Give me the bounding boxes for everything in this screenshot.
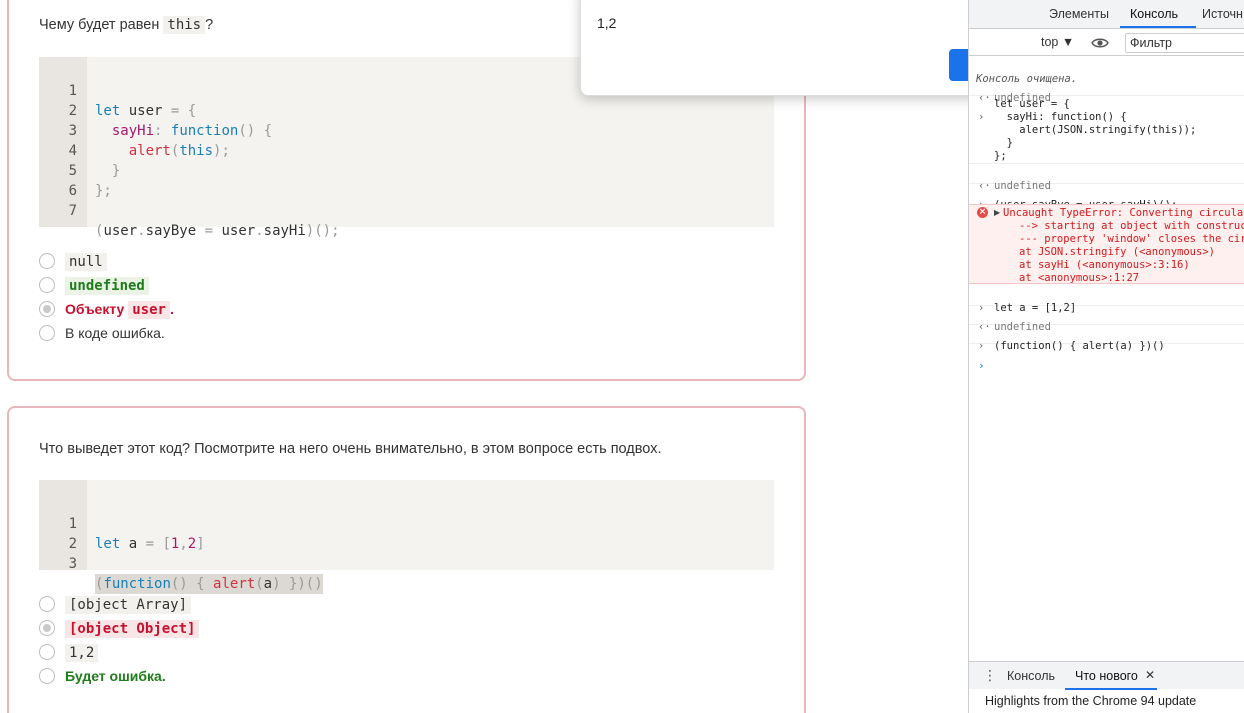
close-icon[interactable]: ✕ bbox=[1145, 668, 1155, 682]
radio-button[interactable] bbox=[39, 325, 55, 341]
code-line: 1 let a = [1,2] bbox=[68, 516, 205, 552]
question-suffix: ? bbox=[205, 17, 214, 33]
code-line: 6 bbox=[68, 183, 77, 199]
option-code: user bbox=[128, 301, 170, 319]
console-error: × ▶ Uncaught TypeError: Converting circu… bbox=[969, 204, 1244, 284]
code-line: 2 sayHi: function() { bbox=[68, 103, 273, 139]
radio-button-selected[interactable] bbox=[39, 301, 55, 317]
option-label: undefined bbox=[65, 277, 149, 295]
radio-button[interactable] bbox=[39, 253, 55, 269]
radio-button[interactable] bbox=[39, 644, 55, 660]
whats-new-headline: Highlights from the Chrome 94 update bbox=[985, 694, 1197, 708]
question-code: this bbox=[163, 16, 206, 34]
question-text: Чему будет равен this? bbox=[39, 16, 214, 34]
error-icon: × bbox=[977, 207, 988, 218]
console-result: ‹· undefined bbox=[969, 308, 1244, 333]
console-prompt[interactable]: › bbox=[969, 346, 1244, 385]
active-tab-indicator bbox=[1120, 26, 1196, 28]
console-result: ‹· undefined bbox=[969, 79, 1244, 104]
code-line: 2 bbox=[68, 536, 77, 552]
console-result: ‹· undefined bbox=[969, 167, 1244, 192]
question-text: Что выведет этот код? Посмотрите на него… bbox=[39, 441, 662, 457]
radio-button[interactable] bbox=[39, 277, 55, 293]
option-label: В коде ошибка. bbox=[65, 325, 165, 341]
code-line: 1 let user = { bbox=[68, 83, 197, 119]
eye-icon[interactable] bbox=[1091, 34, 1109, 52]
radio-button[interactable] bbox=[39, 668, 55, 684]
quiz-card-2: Что выведет этот код? Посмотрите на него… bbox=[7, 406, 806, 713]
code-line: 7 (user.sayBye = user.sayHi)(); bbox=[68, 203, 340, 239]
console-toolbar: top ▼ Фильтр bbox=[969, 30, 1244, 56]
code-line: 5 }; bbox=[68, 163, 112, 199]
console-input-block: › let user = { sayHi: function() { alert… bbox=[969, 98, 1244, 164]
option-suffix: . bbox=[169, 301, 174, 317]
filter-input[interactable]: Фильтр bbox=[1125, 33, 1244, 53]
drawer-tab-console[interactable]: Консоль bbox=[1007, 669, 1055, 683]
question-prefix: Чему будет равен bbox=[39, 17, 160, 33]
tab-console[interactable]: Консоль bbox=[1130, 7, 1178, 21]
radio-button-selected[interactable] bbox=[39, 620, 55, 636]
drawer-tab-whats-new[interactable]: Что нового bbox=[1075, 669, 1138, 683]
option-label: [object Object] bbox=[65, 620, 200, 638]
tab-elements[interactable]: Элементы bbox=[1049, 7, 1109, 21]
alert-message: 1,2 bbox=[597, 15, 617, 31]
console-output: Консоль очищена. ‹· undefined › let user … bbox=[969, 57, 1244, 661]
code-line: 3 alert(this); bbox=[68, 123, 230, 159]
option-label: [object Array] bbox=[65, 596, 192, 614]
option-label: null bbox=[65, 253, 107, 271]
expand-triangle-icon[interactable]: ▶ bbox=[994, 208, 1000, 217]
code-line: 4 } bbox=[68, 143, 121, 179]
devtools-tab-bar: Элементы Консоль Источн bbox=[969, 0, 1244, 29]
code-block: 1 let a = [1,2] 2 3 (function() { alert(… bbox=[39, 480, 774, 594]
prompt-chevron-icon: › bbox=[978, 359, 985, 372]
code-line-highlighted: 3 (function() { alert(a) })() bbox=[68, 556, 323, 594]
option-label: Объекту bbox=[65, 301, 125, 317]
whats-new-panel: Highlights from the Chrome 94 update bbox=[969, 690, 1244, 713]
devtools-panel: Элементы Консоль Источн top ▼ Фильтр Кон… bbox=[968, 0, 1244, 713]
console-input: › (function() { alert(a) })() bbox=[969, 327, 1244, 352]
tab-sources[interactable]: Источн bbox=[1202, 7, 1243, 21]
alert-dialog: 1,2 OK bbox=[580, 0, 1028, 96]
radio-button[interactable] bbox=[39, 596, 55, 612]
more-menu-icon[interactable]: ⋮ bbox=[983, 667, 997, 684]
devtools-drawer-tabs: ⋮ Консоль Что нового ✕ bbox=[969, 661, 1244, 690]
context-selector[interactable]: top ▼ bbox=[1041, 35, 1074, 49]
console-input: › let a = [1,2] bbox=[969, 289, 1244, 314]
option-label: Будет ошибка. bbox=[65, 668, 166, 684]
option-label: 1,2 bbox=[65, 644, 99, 662]
